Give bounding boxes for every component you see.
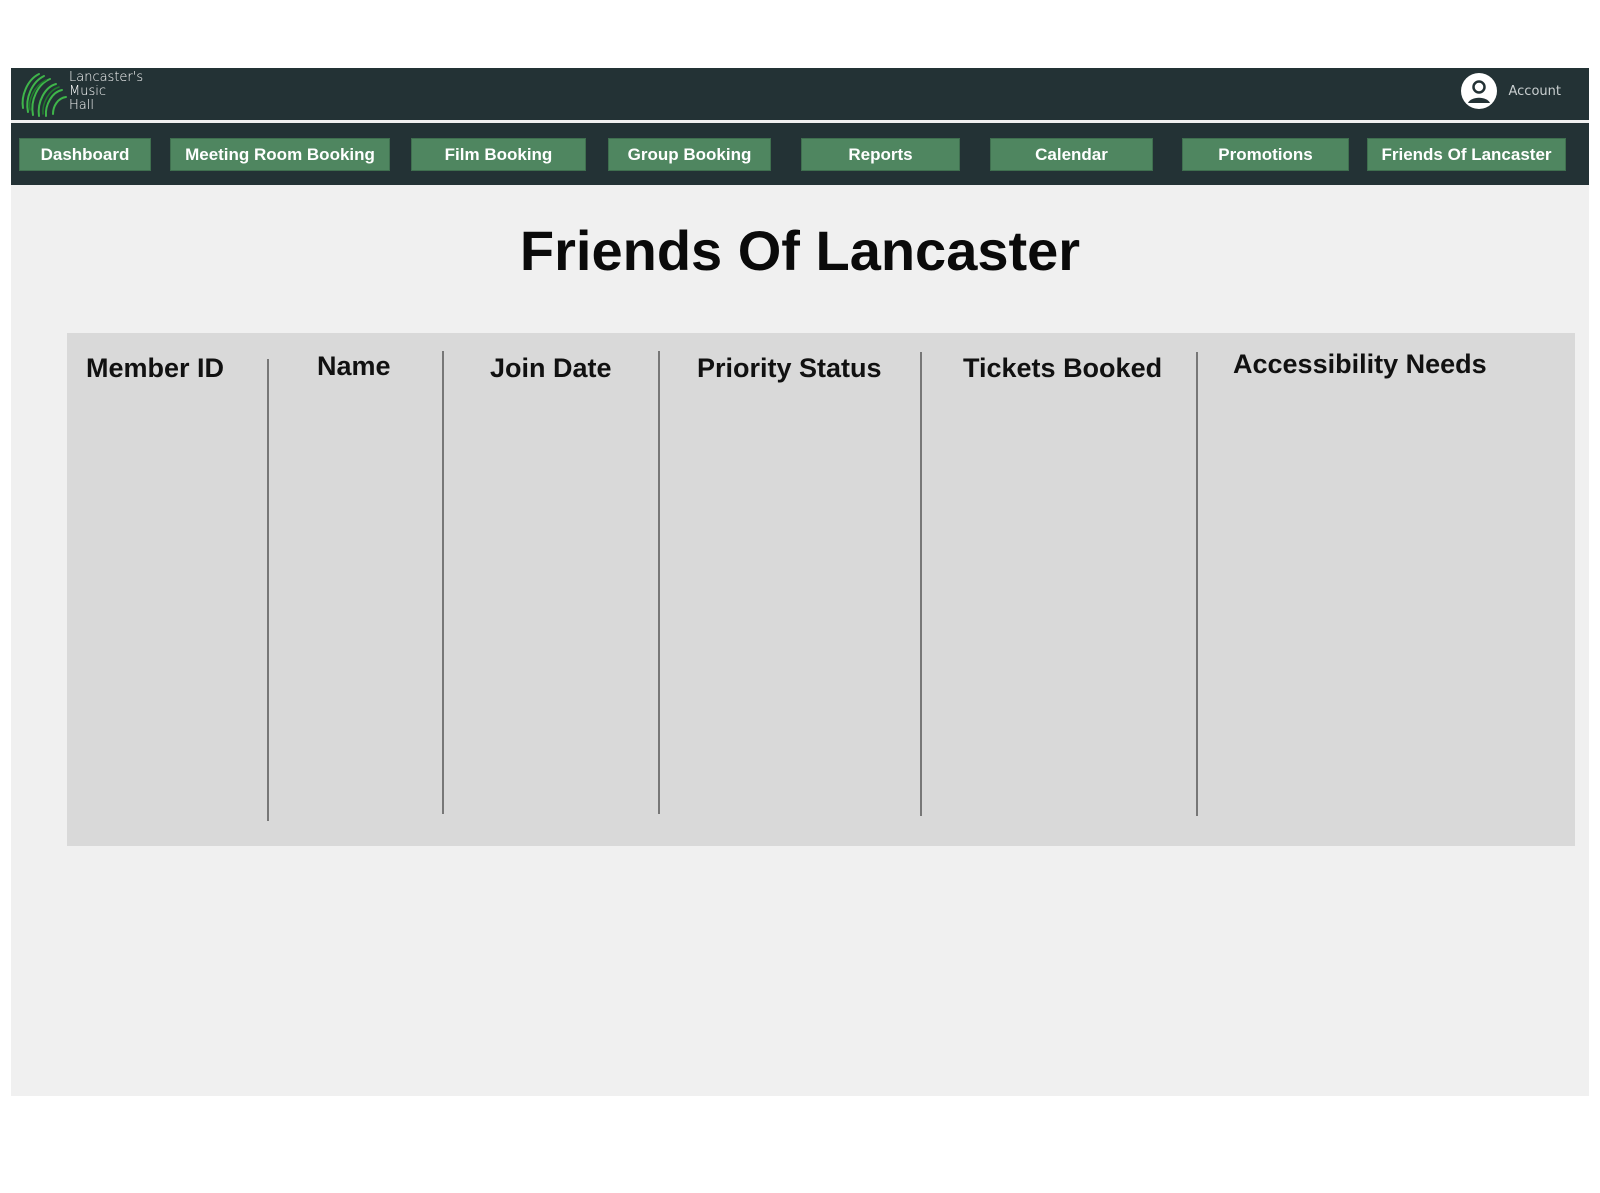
account-label: Account — [1508, 83, 1562, 99]
music-hall-logo-icon — [21, 73, 67, 117]
column-divider — [920, 352, 922, 816]
main-navigation: Dashboard Meeting Room Booking Film Book… — [11, 123, 1589, 185]
nav-film-booking-button[interactable]: Film Booking — [411, 138, 586, 171]
nav-friends-of-lancaster-button[interactable]: Friends Of Lancaster — [1367, 138, 1566, 171]
page-title: Friends Of Lancaster — [519, 219, 1081, 282]
user-avatar-icon — [1460, 73, 1497, 109]
column-header-join-date: Join Date — [490, 353, 612, 383]
logo-line: Hall — [69, 98, 94, 113]
column-divider — [267, 359, 269, 821]
column-header-accessibility-needs: Accessibility Needs — [1233, 349, 1487, 379]
column-header-tickets-booked: Tickets Booked — [963, 353, 1163, 383]
column-divider — [1196, 352, 1198, 816]
column-divider — [442, 351, 444, 814]
column-divider — [658, 351, 660, 814]
nav-calendar-button[interactable]: Calendar — [990, 138, 1153, 171]
nav-reports-button[interactable]: Reports — [801, 138, 960, 171]
column-header-priority-status: Priority Status — [697, 353, 882, 383]
column-header-member-id: Member ID — [86, 353, 225, 383]
members-table: Member ID Name Join Date Priority Status… — [67, 333, 1575, 846]
nav-dashboard-button[interactable]: Dashboard — [19, 138, 151, 171]
app-window: Lancaster's Music Hall Account Dashboard… — [11, 68, 1589, 1096]
logo-text: Lancaster's Music Hall — [69, 71, 143, 113]
nav-group-booking-button[interactable]: Group Booking — [608, 138, 771, 171]
account-button[interactable]: Account — [1460, 72, 1562, 110]
top-header: Lancaster's Music Hall Account — [11, 68, 1589, 120]
logo-line: Music — [69, 84, 106, 99]
column-header-name: Name — [317, 351, 391, 381]
logo-line: Lancaster's — [69, 70, 144, 85]
nav-meeting-room-booking-button[interactable]: Meeting Room Booking — [170, 138, 390, 171]
nav-promotions-button[interactable]: Promotions — [1182, 138, 1349, 171]
